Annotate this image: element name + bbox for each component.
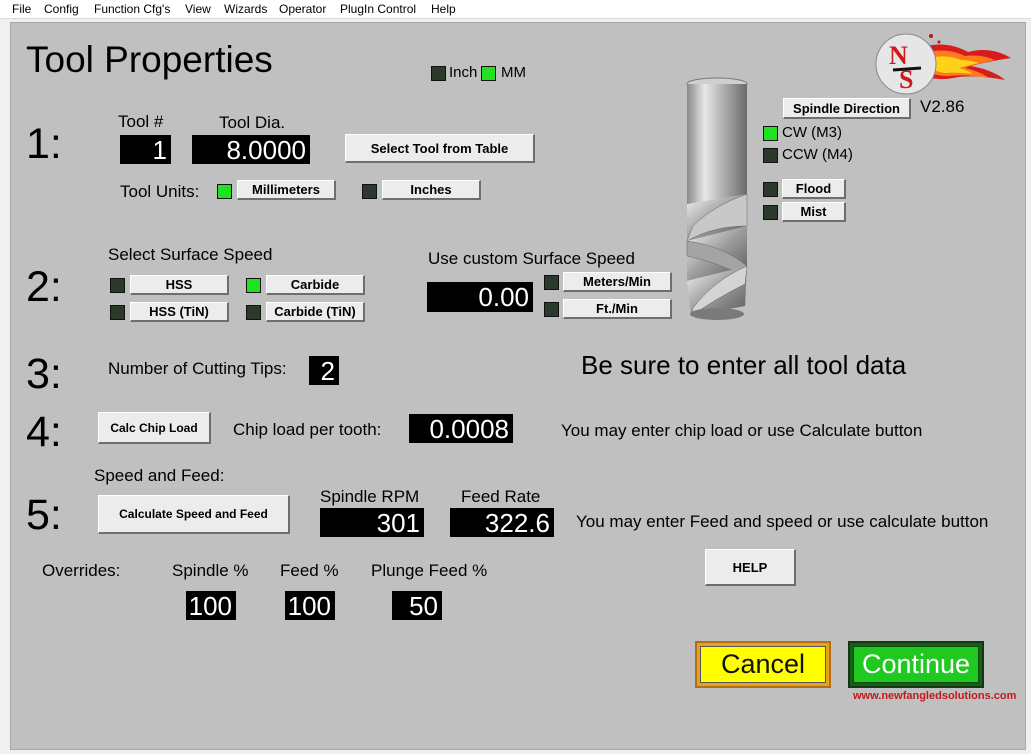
menu-view[interactable]: View [185, 2, 211, 16]
tool-number-field[interactable]: 1 [120, 135, 171, 164]
feed-rate-field[interactable]: 322.6 [450, 508, 554, 537]
continue-button[interactable]: Continue [848, 641, 984, 688]
surface-speed-label: Select Surface Speed [108, 245, 273, 264]
millimeters-button[interactable]: Millimeters [237, 180, 336, 200]
ft-min-led [544, 302, 559, 317]
ccw-led [763, 148, 778, 163]
step-5-number: 5: [26, 491, 62, 539]
menu-function-cfgs[interactable]: Function Cfg's [94, 2, 170, 16]
tool-number-label: Tool # [118, 112, 164, 131]
mm-led [481, 66, 496, 81]
carbide-led [246, 278, 261, 293]
carbide-tin-button[interactable]: Carbide (TiN) [266, 302, 365, 322]
menu-file[interactable]: File [12, 2, 31, 16]
carbide-button[interactable]: Carbide [266, 275, 365, 295]
hss-button[interactable]: HSS [130, 275, 229, 295]
tool-dia-field[interactable]: 8.0000 [192, 135, 310, 164]
mm-label: MM [501, 64, 526, 81]
spindle-rpm-label: Spindle RPM [320, 487, 420, 506]
overrides-label: Overrides: [42, 561, 121, 580]
page-title: Tool Properties [26, 39, 273, 80]
custom-surface-speed-label: Use custom Surface Speed [428, 249, 635, 268]
hss-led [110, 278, 125, 293]
cancel-button[interactable]: Cancel [695, 641, 831, 688]
menu-bar: File Config Function Cfg's View Wizards … [0, 0, 1031, 19]
cw-led [763, 126, 778, 141]
notice-text: Be sure to enter all tool data [581, 350, 907, 380]
step-3-number: 3: [26, 350, 62, 398]
select-tool-from-table-button[interactable]: Select Tool from Table [345, 134, 535, 163]
spindle-override-label: Spindle % [172, 561, 249, 580]
spindle-direction-button[interactable]: Spindle Direction [783, 98, 911, 119]
calc-chip-load-button[interactable]: Calc Chip Load [98, 412, 211, 444]
inch-led [431, 66, 446, 81]
step-1-number: 1: [26, 120, 62, 168]
speed-feed-label: Speed and Feed: [94, 466, 225, 485]
cutting-tips-field[interactable]: 2 [309, 356, 339, 385]
hss-tin-button[interactable]: HSS (TiN) [130, 302, 229, 322]
chip-load-field[interactable]: 0.0008 [409, 414, 513, 443]
mist-led [763, 205, 778, 220]
hss-tin-led [110, 305, 125, 320]
menu-plugin-control[interactable]: PlugIn Control [340, 2, 416, 16]
flood-led [763, 182, 778, 197]
cutting-tips-label: Number of Cutting Tips: [108, 359, 287, 378]
newfangled-logo: N S [873, 28, 1013, 100]
flood-button[interactable]: Flood [782, 179, 846, 199]
chip-load-label: Chip load per tooth: [233, 420, 382, 439]
spindle-override-field[interactable]: 100 [186, 591, 236, 620]
feed-override-label: Feed % [280, 561, 339, 580]
cw-label: CW (M3) [782, 124, 842, 141]
ccw-label: CCW (M4) [782, 146, 853, 163]
inch-label: Inch [449, 64, 478, 81]
custom-surface-speed-field[interactable]: 0.00 [427, 282, 533, 312]
millimeters-led [217, 184, 232, 199]
meters-min-button[interactable]: Meters/Min [563, 272, 672, 292]
inches-led [362, 184, 377, 199]
feed-override-field[interactable]: 100 [285, 591, 335, 620]
ft-min-button[interactable]: Ft./Min [563, 299, 672, 319]
menu-operator[interactable]: Operator [279, 2, 326, 16]
feed-rate-label: Feed Rate [461, 487, 541, 506]
mist-button[interactable]: Mist [782, 202, 846, 222]
chip-load-hint: You may enter chip load or use Calculate… [561, 421, 923, 440]
calculate-speed-feed-button[interactable]: Calculate Speed and Feed [98, 495, 290, 534]
step-2-number: 2: [26, 263, 62, 311]
menu-wizards[interactable]: Wizards [224, 2, 267, 16]
spindle-rpm-field[interactable]: 301 [320, 508, 424, 537]
plunge-feed-override-label: Plunge Feed % [371, 561, 488, 580]
website-link[interactable]: www.newfangledsolutions.com [853, 690, 1016, 702]
menu-help[interactable]: Help [431, 2, 456, 16]
endmill-image [683, 76, 751, 322]
inches-button[interactable]: Inches [382, 180, 481, 200]
continue-label: Continue [861, 649, 971, 679]
help-button[interactable]: HELP [705, 549, 796, 586]
step-4-number: 4: [26, 408, 62, 456]
cancel-label: Cancel [720, 649, 806, 679]
meters-min-led [544, 275, 559, 290]
tool-units-label: Tool Units: [120, 182, 200, 201]
carbide-tin-led [246, 305, 261, 320]
plunge-feed-override-field[interactable]: 50 [392, 591, 442, 620]
tool-dia-label: Tool Dia. [219, 113, 286, 132]
version-label: V2.86 [920, 97, 965, 116]
menu-config[interactable]: Config [44, 2, 79, 16]
speed-feed-hint: You may enter Feed and speed or use calc… [576, 512, 989, 531]
